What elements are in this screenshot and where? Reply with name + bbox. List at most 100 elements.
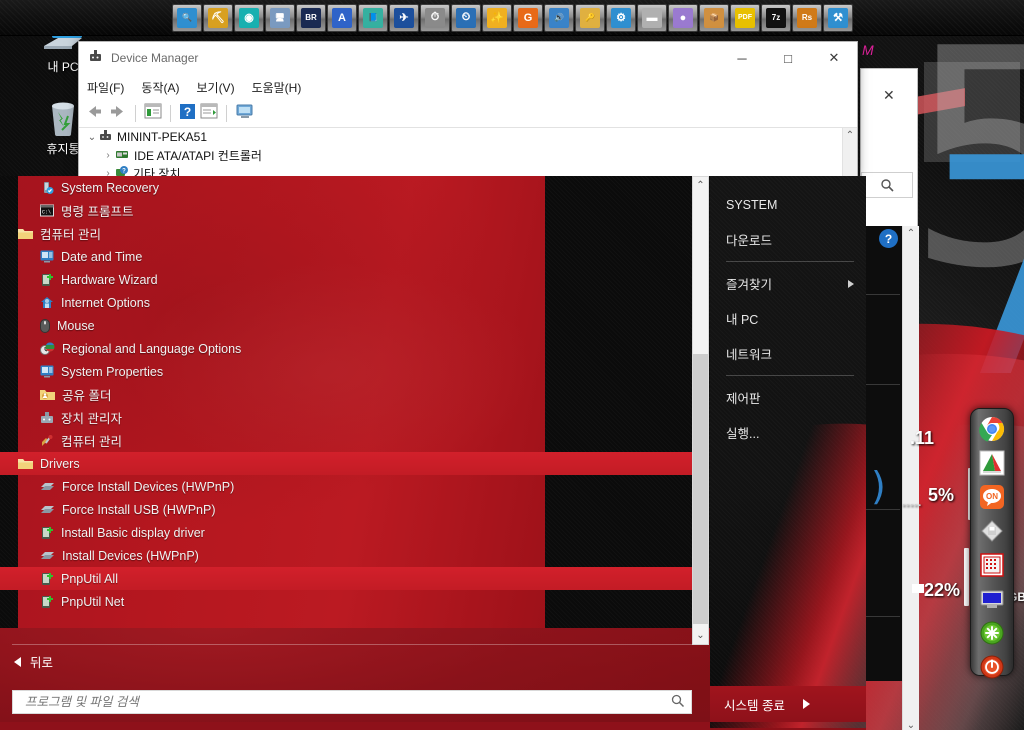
taskbar-rs-recovery-icon[interactable]: Rs	[792, 3, 822, 32]
start-menu-item-4[interactable]: Hardware Wizard	[0, 268, 692, 291]
start-menu-item-9[interactable]: 공유 폴더	[0, 383, 692, 406]
taskbar-gold-tool-icon[interactable]: ⛏	[203, 3, 233, 32]
forward-arrow-icon[interactable]	[108, 103, 127, 125]
scan-hardware-icon[interactable]	[200, 103, 218, 124]
start-menu-item-7[interactable]: Regional and Language Options	[0, 337, 692, 360]
scroll-up-icon[interactable]: ⌃	[907, 228, 915, 239]
start-menu-item-11[interactable]: 컴퓨터 관리	[0, 429, 692, 452]
start-menu-item-5[interactable]: Internet Options	[0, 291, 692, 314]
minimize-button[interactable]: ─	[719, 42, 765, 74]
taskbar-notepad-icon[interactable]: 📘	[358, 3, 388, 32]
right-panel-item-4[interactable]: 네트워크	[710, 336, 866, 371]
help-icon[interactable]: ?	[179, 103, 196, 125]
menu-help[interactable]: 도움말(H)	[252, 79, 302, 96]
search-icon[interactable]	[671, 694, 685, 711]
taskbar-teal-disc-icon[interactable]: ◉	[234, 3, 264, 32]
scroll-down-icon[interactable]: ⌄	[696, 627, 704, 644]
chevron-right-icon[interactable]	[848, 279, 854, 288]
taskbar-g-orange-icon[interactable]: G	[513, 3, 543, 32]
right-panel-item-2[interactable]: 즐겨찾기	[710, 266, 866, 301]
top-taskbar[interactable]: 🔍 ⛏ ◉ 🖥 BR A 📘 ✈ ⏱ ⏲ ✨ G 🔊 🔑 ⚙ ▬ ● 📦 PDF 7z Rs ⚒	[0, 0, 1024, 36]
taskbar-gears-settings-icon[interactable]: ⚙	[606, 3, 636, 32]
background-window-close-icon[interactable]: ✕	[883, 87, 895, 104]
device-tree-row[interactable]: ⌄ MININT-PEKA51	[79, 128, 857, 146]
taskbar-seven-zip-icon[interactable]: 7z	[761, 3, 791, 32]
start-menu-item-1[interactable]: C:\ 명령 프롬프트	[0, 199, 692, 222]
maximize-button[interactable]: □	[765, 42, 811, 74]
scroll-down-icon[interactable]: ⌄	[907, 720, 915, 730]
dock-cpu-chip-icon[interactable]	[977, 552, 1007, 581]
device-manager-tree[interactable]: ⌄ MININT-PEKA51 › IDE ATA/ATAPI 컨트롤러 ›? 기타 장치…	[79, 128, 857, 176]
start-menu-item-2[interactable]: 컴퓨터 관리	[0, 222, 692, 245]
device-manager-toolbar[interactable]: ?	[79, 100, 857, 128]
dock-monitor-icon[interactable]	[977, 587, 1007, 615]
start-menu-item-15[interactable]: Install Basic display driver	[0, 521, 692, 544]
start-menu[interactable]: System Recovery C:\ 명령 프롬프트 컴퓨터 관리 Date and …	[0, 176, 710, 728]
device-tree-row[interactable]: › IDE ATA/ATAPI 컨트롤러	[79, 146, 857, 164]
right-panel-item-0[interactable]: SYSTEM	[710, 187, 866, 222]
start-menu-item-18[interactable]: PnpUtil Net	[0, 590, 692, 613]
start-menu-program-list[interactable]: System Recovery C:\ 명령 프롬프트 컴퓨터 관리 Date and …	[0, 176, 692, 613]
scrollbar-track[interactable]	[693, 194, 708, 627]
menu-view[interactable]: 보기(V)	[196, 79, 234, 96]
back-arrow-icon[interactable]	[85, 103, 104, 125]
taskbar-foxit-pdf-icon[interactable]: PDF	[730, 3, 760, 32]
taskbar-usb-stick-icon[interactable]: ▬	[637, 3, 667, 32]
taskbar-br-bluray-icon[interactable]: BR	[296, 3, 326, 32]
close-button[interactable]: ✕	[811, 42, 857, 74]
start-menu-item-10[interactable]: 장치 관리자	[0, 406, 692, 429]
background-window-search-field[interactable]	[861, 172, 913, 198]
sidebar-dock[interactable]: ON	[970, 408, 1014, 678]
scroll-up-icon[interactable]: ⌃	[696, 177, 704, 194]
right-panel-item-1[interactable]: 다운로드	[710, 222, 866, 257]
taskbar-backup-clock-icon[interactable]: ⏲	[451, 3, 481, 32]
taskbar-hdd-clock-icon[interactable]: ⏱	[420, 3, 450, 32]
right-panel-item-3[interactable]: 내 PC	[710, 301, 866, 336]
start-menu-item-8[interactable]: System Properties	[0, 360, 692, 383]
device-manager-menubar[interactable]: 파일(F) 동작(A) 보기(V) 도움말(H)	[79, 74, 857, 100]
device-manager-window[interactable]: Device Manager ─ □ ✕ 파일(F) 동작(A) 보기(V) 도…	[78, 41, 858, 177]
menu-file[interactable]: 파일(F)	[87, 79, 124, 96]
taskbar-key-user-icon[interactable]: 🔑	[575, 3, 605, 32]
start-menu-right-panel[interactable]: SYSTEM 다운로드즐겨찾기 내 PC 네트워크제어판 실행...	[710, 176, 866, 728]
chevron-right-icon[interactable]	[802, 699, 810, 709]
scrollbar-thumb[interactable]	[693, 354, 708, 624]
scroll-up-icon[interactable]: ⌃	[846, 128, 854, 176]
start-menu-item-0[interactable]: System Recovery	[0, 176, 692, 199]
start-menu-item-12[interactable]: Drivers	[0, 452, 692, 475]
taskbar-acronis-a-icon[interactable]: A	[327, 3, 357, 32]
dock-floppy-save-icon[interactable]	[977, 519, 1007, 547]
taskbar-blue-tools-icon[interactable]: ⚒	[823, 3, 853, 32]
dock-chrome-icon[interactable]	[977, 416, 1007, 445]
taskbar-network-tool-icon[interactable]: ✈	[389, 3, 419, 32]
dock-paint-palette-icon[interactable]	[977, 450, 1007, 479]
dock-power-red-icon[interactable]	[977, 655, 1007, 683]
dock-on-messenger-icon[interactable]: ON	[977, 484, 1007, 513]
taskbar-partition-wizard-icon[interactable]: ✨	[482, 3, 512, 32]
right-panel-item-5[interactable]: 제어판	[710, 380, 866, 415]
start-menu-item-6[interactable]: Mouse	[0, 314, 692, 337]
start-menu-item-13[interactable]: Force Install Devices (HWPnP)	[0, 475, 692, 498]
right-panel-items[interactable]: SYSTEM 다운로드즐겨찾기 내 PC 네트워크제어판 실행...	[710, 176, 866, 450]
start-menu-item-16[interactable]: Install Devices (HWPnP)	[0, 544, 692, 567]
taskbar-remote-desktop-icon[interactable]: 🖥	[265, 3, 295, 32]
device-manager-scrollbar[interactable]: ⌃	[842, 128, 857, 176]
show-devices-icon[interactable]	[235, 103, 255, 125]
shutdown-button[interactable]: 시스템 종료	[710, 686, 866, 722]
help-icon[interactable]: ?	[879, 229, 898, 248]
search-input[interactable]	[23, 694, 671, 710]
start-menu-item-14[interactable]: Force Install USB (HWPnP)	[0, 498, 692, 521]
start-menu-item-3[interactable]: Date and Time	[0, 245, 692, 268]
taskbar-archive-box-icon[interactable]: 📦	[699, 3, 729, 32]
start-menu-scrollbar[interactable]: ⌃ ⌄	[692, 176, 709, 645]
start-menu-back-button[interactable]: 뒤로	[14, 652, 53, 671]
menu-action[interactable]: 동작(A)	[141, 79, 179, 96]
right-panel-item-6[interactable]: 실행...	[710, 415, 866, 450]
taskbar-sound-speaker-icon[interactable]: 🔊	[544, 3, 574, 32]
start-menu-item-17[interactable]: PnpUtil All	[0, 567, 692, 590]
properties-icon[interactable]	[144, 103, 162, 124]
device-manager-titlebar[interactable]: Device Manager ─ □ ✕	[79, 42, 857, 74]
start-menu-search-box[interactable]	[12, 690, 692, 714]
expand-icon[interactable]: ›	[101, 150, 115, 161]
collapse-icon[interactable]: ⌄	[85, 132, 99, 143]
